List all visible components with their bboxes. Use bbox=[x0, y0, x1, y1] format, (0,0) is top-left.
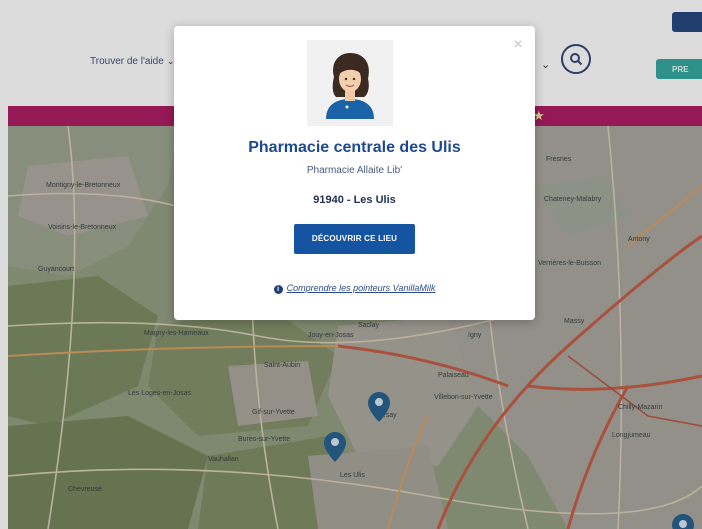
avatar bbox=[307, 40, 393, 126]
place-location: 91940 - Les Ulis bbox=[313, 194, 396, 206]
place-modal: × Pharmacie centrale des Ulis Pharmacie … bbox=[174, 26, 535, 320]
page: Trouver de l'aide ⌄ ⌄ PRE ★ Montigny-le-… bbox=[0, 0, 702, 529]
help-link[interactable]: Comprendre les pointeurs VanillaMilk bbox=[287, 283, 436, 293]
help-row: i Comprendre les pointeurs VanillaMilk bbox=[174, 283, 535, 294]
place-title: Pharmacie centrale des Ulis bbox=[248, 139, 461, 156]
place-subtitle: Pharmacie Allaite Lib' bbox=[306, 165, 403, 176]
avatar-icon bbox=[326, 53, 374, 119]
info-icon: i bbox=[273, 285, 283, 294]
close-icon[interactable]: × bbox=[511, 37, 525, 53]
discover-place-button[interactable]: DÉCOUVRIR CE LIEU bbox=[294, 224, 415, 254]
